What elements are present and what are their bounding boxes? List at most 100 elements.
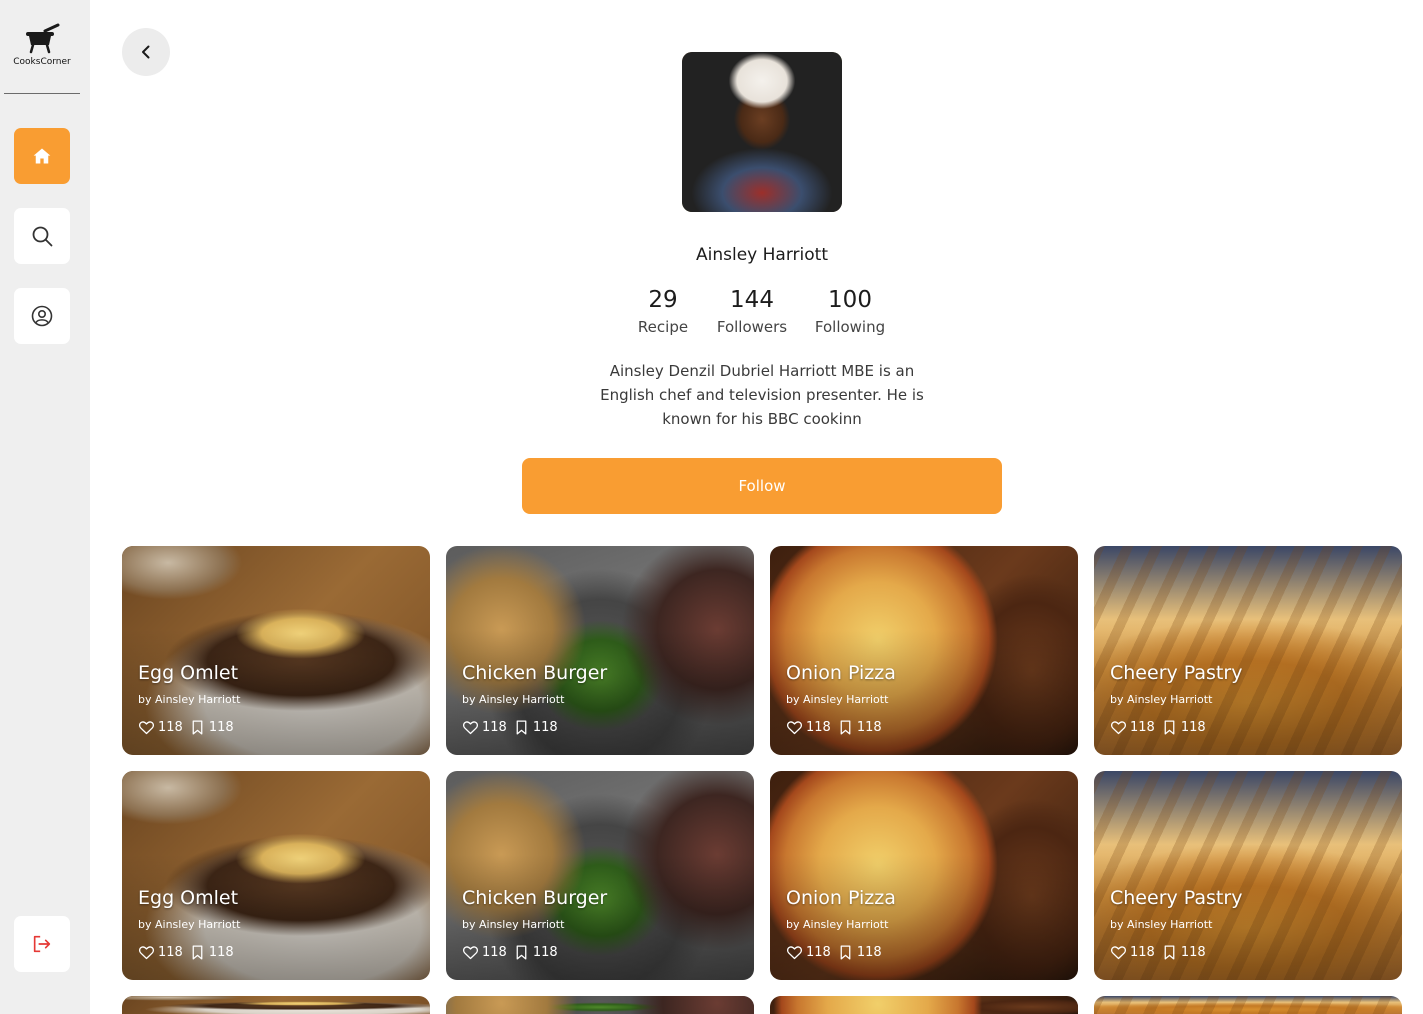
save-count: 118 [208,720,234,735]
heart-icon[interactable] [138,944,155,961]
recipe-card[interactable]: Onion Pizza by Ainsley Harriott 118 118 [770,546,1078,755]
bookmark-icon[interactable] [1161,719,1178,736]
cooking-pot-icon [26,23,60,54]
recipe-meta: 118 118 [138,944,240,961]
recipe-card[interactable]: Chicken Burger by Ainsley Harriott 118 1… [446,771,754,980]
home-icon [33,148,51,164]
recipe-card-partial[interactable] [122,996,430,1014]
recipe-title: Egg Omlet [138,887,239,909]
save-count: 118 [1180,720,1206,735]
like-count: 118 [1130,945,1155,960]
like-count: 118 [158,945,183,960]
recipe-card-partial[interactable] [446,996,754,1014]
recipe-title: Cheery Pastry [1110,887,1243,909]
recipe-author: by Ainsley Harriott [1110,918,1213,931]
recipe-author: by Ainsley Harriott [138,918,241,931]
recipe-meta: 118 118 [786,719,888,736]
stat-recipe: 29 Recipe [628,284,698,336]
logout-icon [33,935,51,953]
recipe-meta: 118 118 [1110,719,1212,736]
heart-icon[interactable] [786,944,803,961]
bookmark-icon[interactable] [837,719,854,736]
recipe-meta: 118 118 [462,719,564,736]
like-count: 118 [806,945,831,960]
profile-avatar [682,52,842,212]
follow-button[interactable]: Follow [522,458,1002,514]
chevron-left-icon [142,45,150,59]
recipe-author: by Ainsley Harriott [138,693,241,706]
avatar-photo [682,52,842,212]
recipe-title: Onion Pizza [786,887,896,909]
stat-label: Recipe [637,318,689,336]
save-count: 118 [208,945,234,960]
recipe-card[interactable]: Chicken Burger by Ainsley Harriott 118 1… [446,546,754,755]
recipe-image [446,996,754,1014]
sidebar-item-search[interactable] [14,208,70,264]
like-count: 118 [482,945,507,960]
recipe-card[interactable]: Onion Pizza by Ainsley Harriott 118 118 [770,771,1078,980]
heart-icon[interactable] [786,719,803,736]
sidebar: CooksCorner [0,0,90,1014]
recipe-author: by Ainsley Harriott [1110,693,1213,706]
recipe-title: Egg Omlet [138,662,239,684]
like-count: 118 [482,720,507,735]
app-logo[interactable]: CooksCorner [4,18,80,94]
search-icon [32,226,53,247]
recipe-meta: 118 118 [138,719,240,736]
profile-name: Ainsley Harriott [696,245,828,265]
bookmark-icon[interactable] [189,719,206,736]
bookmark-icon[interactable] [1161,944,1178,961]
stat-followers[interactable]: 144 Followers [707,284,797,336]
heart-icon[interactable] [138,719,155,736]
recipe-card[interactable]: Cheery Pastry by Ainsley Harriott 118 11… [1094,546,1402,755]
recipe-image [770,996,1078,1014]
like-count: 118 [158,720,183,735]
recipe-meta: 118 118 [786,944,888,961]
stat-value: 100 [828,287,872,313]
stat-label: Followers [716,318,788,336]
bookmark-icon[interactable] [837,944,854,961]
recipe-author: by Ainsley Harriott [462,918,565,931]
heart-icon[interactable] [462,944,479,961]
stat-value: 29 [648,287,678,313]
recipe-card[interactable]: Cheery Pastry by Ainsley Harriott 118 11… [1094,771,1402,980]
logout-button[interactable] [14,916,70,972]
recipe-title: Onion Pizza [786,662,896,684]
save-count: 118 [532,945,558,960]
stat-value: 144 [730,287,774,313]
recipe-card[interactable]: Egg Omlet by Ainsley Harriott 118 118 [122,546,430,755]
recipe-card-partial[interactable] [770,996,1078,1014]
recipe-image [1094,996,1402,1014]
recipe-author: by Ainsley Harriott [786,918,889,931]
user-circle-icon [31,305,53,327]
recipe-title: Cheery Pastry [1110,662,1243,684]
recipe-card-partial[interactable] [1094,996,1402,1014]
recipe-meta: 118 118 [1110,944,1212,961]
heart-icon[interactable] [1110,719,1127,736]
stat-label: Following [814,318,886,336]
recipe-image [122,996,430,1014]
bookmark-icon[interactable] [189,944,206,961]
stat-following[interactable]: 100 Following [806,284,894,336]
recipe-meta: 118 118 [462,944,564,961]
profile-bio: Ainsley Denzil Dubriel Harriott MBE is a… [600,362,924,428]
bookmark-icon[interactable] [513,719,530,736]
recipe-title: Chicken Burger [462,887,608,909]
sidebar-item-profile[interactable] [14,288,70,344]
like-count: 118 [806,720,831,735]
bookmark-icon[interactable] [513,944,530,961]
save-count: 118 [856,720,882,735]
recipe-title: Chicken Burger [462,662,608,684]
save-count: 118 [532,720,558,735]
recipe-author: by Ainsley Harriott [462,693,565,706]
back-button[interactable] [122,28,170,76]
save-count: 118 [856,945,882,960]
save-count: 118 [1180,945,1206,960]
like-count: 118 [1130,720,1155,735]
heart-icon[interactable] [462,719,479,736]
recipe-author: by Ainsley Harriott [786,693,889,706]
app-name: CooksCorner [13,57,71,67]
heart-icon[interactable] [1110,944,1127,961]
sidebar-item-home[interactable] [14,128,70,184]
recipe-card[interactable]: Egg Omlet by Ainsley Harriott 118 118 [122,771,430,980]
